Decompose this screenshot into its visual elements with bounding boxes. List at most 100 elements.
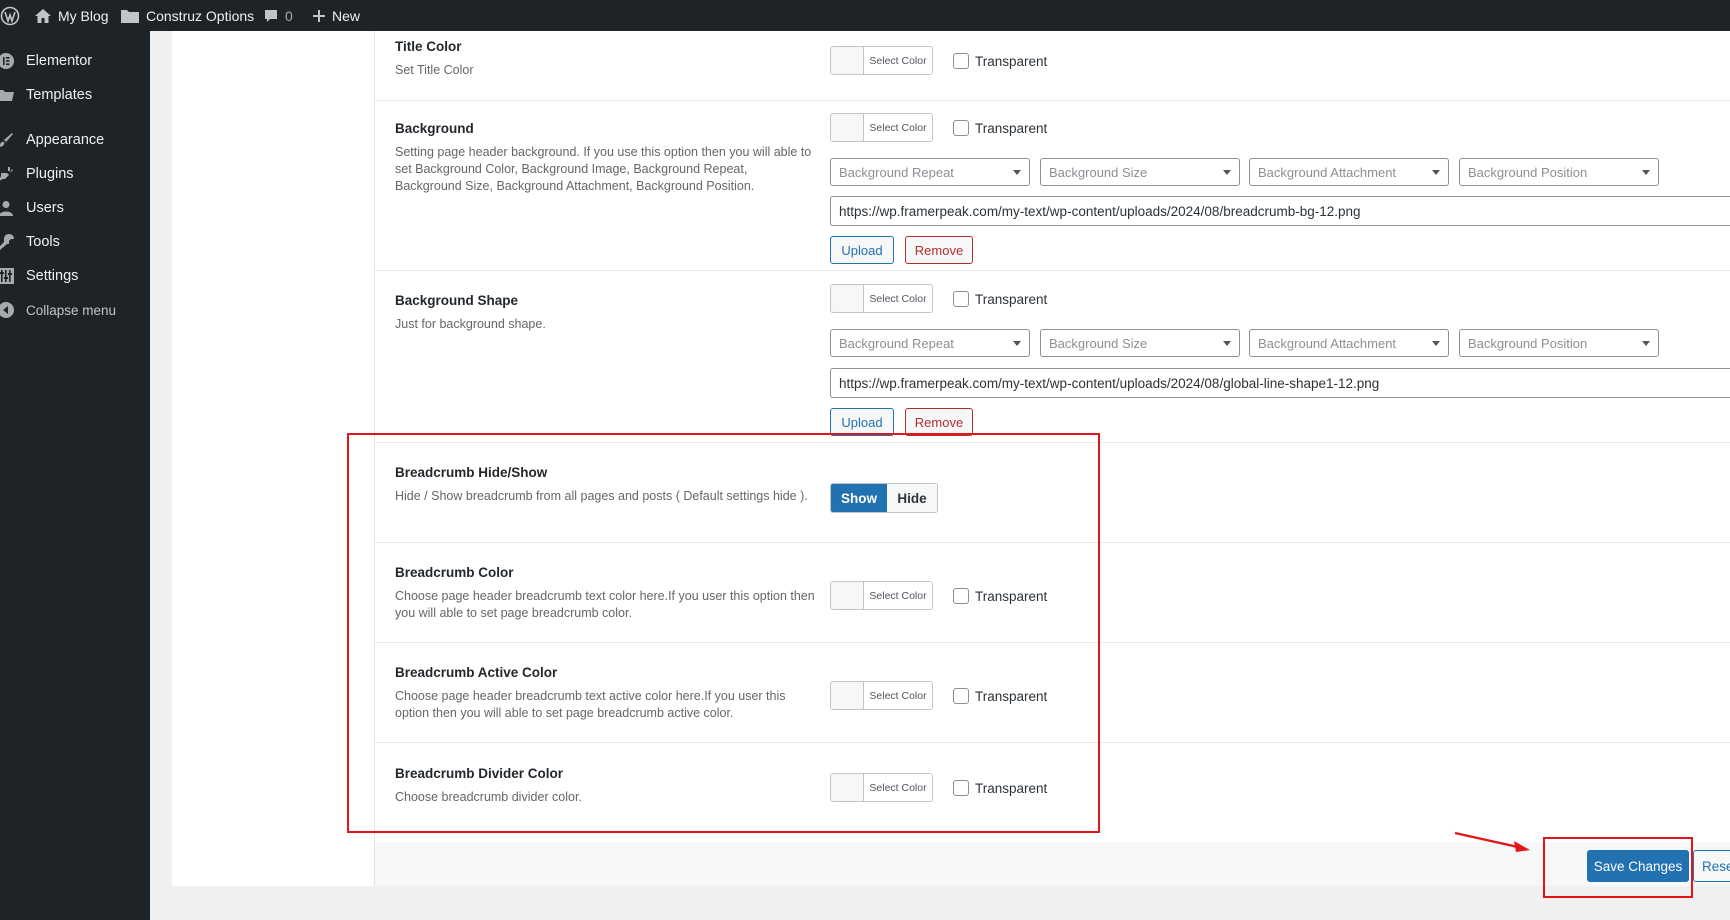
select-value: Background Position [1468, 164, 1588, 180]
sidebar-item-label: Elementor [26, 53, 93, 69]
section-description: Setting page header background. If you u… [395, 145, 812, 193]
upload-button[interactable]: Upload [830, 236, 894, 264]
transparent-label: Transparent [975, 120, 1048, 136]
select-color-button[interactable]: Select Color [830, 46, 933, 75]
select-color-label: Select Color [864, 114, 932, 141]
user-icon [0, 198, 16, 218]
site-name-label: My Blog [58, 7, 109, 24]
sidebar-item-label: Users [26, 200, 64, 216]
section-background: Background Setting page header backgroun… [375, 101, 1730, 271]
chevron-down-icon [1013, 170, 1021, 175]
highlight-box-breadcrumb-settings [347, 433, 1100, 833]
select-color-label: Select Color [864, 47, 932, 74]
background-size-select[interactable]: Background Size [1040, 158, 1240, 186]
background-position-select[interactable]: Background Position [1459, 158, 1659, 186]
section-title: Background [395, 121, 474, 136]
section-background-shape: Background Shape Just for background sha… [375, 271, 1730, 443]
sidebar-item-label: Tools [26, 234, 60, 250]
color-swatch [831, 114, 864, 141]
remove-button[interactable]: Remove [905, 236, 973, 264]
chevron-down-icon [1432, 341, 1440, 346]
site-name-link[interactable]: My Blog [34, 0, 109, 31]
folder-icon [0, 85, 16, 105]
comments-link[interactable]: 0 [263, 0, 293, 31]
section-title: Background Shape [395, 293, 519, 308]
home-icon [34, 8, 52, 24]
select-value: Background Attachment [1258, 335, 1397, 351]
folder-icon [120, 8, 140, 24]
sidebar-item-templates[interactable]: Templates [0, 81, 92, 109]
collapse-menu-label: Collapse menu [26, 302, 117, 318]
theme-options-link[interactable]: Construz Options [120, 0, 254, 31]
select-value: Background Size [1049, 164, 1148, 180]
plug-icon [0, 164, 16, 184]
background-image-url-input[interactable]: https://wp.framerpeak.com/my-text/wp-con… [830, 196, 1730, 226]
select-value: Background Attachment [1258, 164, 1397, 180]
chevron-down-icon [1432, 170, 1440, 175]
sidebar-item-label: Plugins [26, 166, 74, 182]
reset-button[interactable]: Reset [1693, 850, 1730, 882]
section-title: Title Color [395, 39, 462, 54]
select-value: Background Repeat [839, 335, 954, 351]
chevron-down-icon [1013, 341, 1021, 346]
select-color-button[interactable]: Select Color [830, 113, 933, 142]
sidebar-item-appearance[interactable]: Appearance [0, 126, 104, 154]
sidebar-item-settings[interactable]: Settings [0, 262, 78, 290]
transparent-checkbox[interactable]: Transparent [953, 291, 1047, 307]
brush-icon [0, 130, 16, 150]
new-label: New [332, 7, 361, 24]
color-swatch [831, 47, 864, 74]
checkbox-box[interactable] [953, 291, 969, 307]
section-description: Just for background shape. [395, 317, 546, 331]
sidebar-item-label: Settings [26, 268, 79, 284]
checkbox-box[interactable] [953, 53, 969, 69]
sidebar-item-tools[interactable]: Tools [0, 228, 60, 256]
wordpress-logo-icon[interactable] [0, 0, 20, 31]
theme-options-label: Construz Options [146, 7, 255, 24]
section-title-color: Title Color Set Title Color Select Color… [375, 31, 1730, 101]
highlight-box-save-changes [1543, 837, 1693, 898]
background-attachment-select[interactable]: Background Attachment [1249, 329, 1449, 357]
shape-image-url-input[interactable]: https://wp.framerpeak.com/my-text/wp-con… [830, 368, 1730, 398]
sidebar-item-label: Templates [26, 87, 93, 103]
transparent-checkbox[interactable]: Transparent [953, 120, 1047, 136]
settings-icon [0, 266, 16, 286]
plus-icon [312, 9, 326, 23]
chevron-down-icon [1642, 170, 1650, 175]
chevron-down-icon [1223, 170, 1231, 175]
sidebar-item-plugins[interactable]: Plugins [0, 160, 74, 188]
wrench-icon [0, 232, 16, 252]
background-position-select[interactable]: Background Position [1459, 329, 1659, 357]
collapse-menu-button[interactable]: Collapse menu [0, 296, 116, 324]
select-value: Background Size [1049, 335, 1148, 351]
elementor-icon [0, 51, 16, 71]
background-repeat-select[interactable]: Background Repeat [830, 329, 1030, 357]
background-attachment-select[interactable]: Background Attachment [1249, 158, 1449, 186]
admin-bar: My Blog Construz Options 0 New [0, 0, 1730, 31]
transparent-checkbox[interactable]: Transparent [953, 53, 1047, 69]
select-color-label: Select Color [864, 285, 932, 312]
upload-button[interactable]: Upload [830, 408, 894, 436]
new-content-link[interactable]: New [312, 0, 360, 31]
remove-button[interactable]: Remove [905, 408, 973, 436]
sidebar-item-users[interactable]: Users [0, 194, 64, 222]
options-tabs-column [172, 31, 375, 886]
collapse-arrow-icon [0, 300, 16, 320]
section-description: Set Title Color [395, 63, 474, 77]
background-repeat-select[interactable]: Background Repeat [830, 158, 1030, 186]
annotation-arrow-icon [1454, 831, 1530, 852]
background-size-select[interactable]: Background Size [1040, 329, 1240, 357]
sidebar-item-elementor[interactable]: Elementor [0, 47, 92, 75]
transparent-label: Transparent [975, 291, 1048, 307]
select-color-button[interactable]: Select Color [830, 284, 933, 313]
color-swatch [831, 285, 864, 312]
checkbox-box[interactable] [953, 120, 969, 136]
chevron-down-icon [1642, 341, 1650, 346]
select-value: Background Position [1468, 335, 1588, 351]
comments-count: 0 [285, 7, 293, 24]
comment-icon [263, 8, 279, 24]
select-value: Background Repeat [839, 164, 954, 180]
transparent-label: Transparent [975, 53, 1048, 69]
sidebar-item-label: Appearance [26, 132, 105, 148]
chevron-down-icon [1223, 341, 1231, 346]
